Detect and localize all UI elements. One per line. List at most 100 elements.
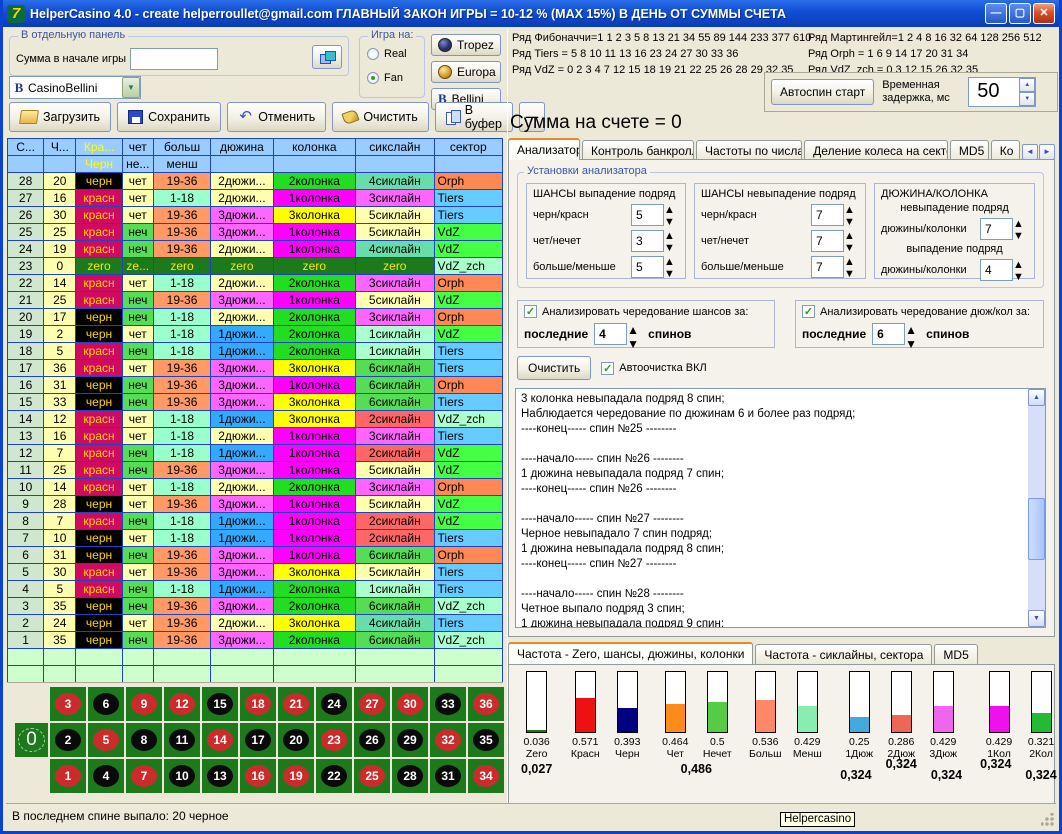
scrollbar-thumb[interactable] [1028, 498, 1045, 560]
tab-5[interactable]: MD5 [950, 140, 989, 160]
board-cell-27[interactable]: 27 [354, 687, 390, 721]
spinner-up-icon[interactable]: ▲ [664, 256, 679, 268]
board-cell-12[interactable]: 12 [164, 687, 200, 721]
table-row[interactable]: 2630краснчет19-363дюжи...3колонка5сиклай… [8, 207, 503, 224]
board-cell-14[interactable]: 14 [202, 723, 238, 757]
board-cell-26[interactable]: 26 [354, 723, 390, 757]
board-cell-11[interactable]: 11 [164, 723, 200, 757]
table-row[interactable]: 530краснчет19-363дюжи...3колонка5сиклайн… [8, 564, 503, 581]
spinner-up-icon[interactable]: ▲ [664, 204, 679, 216]
spinner-up-icon[interactable]: ▲ [664, 230, 679, 242]
spinner-down-icon[interactable]: ▼ [1013, 271, 1028, 283]
load-button[interactable]: Загрузить [9, 102, 111, 132]
spinner-up-icon[interactable]: ▲ [844, 256, 859, 268]
board-cell-24[interactable]: 24 [316, 687, 352, 721]
table-row[interactable]: 135черннеч19-363дюжи...2колонка6сиклайнV… [8, 632, 503, 649]
setting-value[interactable]: 4 [980, 259, 1013, 281]
board-cell-6[interactable]: 6 [88, 687, 124, 721]
autospin-start-button[interactable]: Автоспин старт [771, 79, 874, 105]
header-cell[interactable] [8, 156, 44, 173]
alt-dozen-checkbox[interactable]: ✓ Анализировать чередование дюж/кол за: [802, 305, 1037, 318]
analyzer-clear-button[interactable]: Очистить [517, 356, 591, 380]
board-cell-30[interactable]: 30 [392, 687, 428, 721]
table-row[interactable]: 1533черннеч19-363дюжи...3колонка6сиклайн… [8, 394, 503, 411]
board-cell-7[interactable]: 7 [126, 759, 162, 793]
table-row[interactable]: 1736краснчет19-363дюжи...3колонка6сиклай… [8, 360, 503, 377]
delay-down-icon[interactable]: ▼ [1019, 92, 1035, 106]
table-row[interactable]: 2525красннеч19-363дюжи...1колонка5сиклай… [8, 224, 503, 241]
header-cell[interactable]: колонка [273, 139, 356, 156]
table-row[interactable]: 192чернчет1-181дюжи...2колонка1сиклайнVd… [8, 326, 503, 343]
setting-spinner[interactable]: 7▲▼ [811, 256, 859, 278]
spinner-down-icon[interactable]: ▼ [1013, 230, 1028, 242]
board-cell-21[interactable]: 21 [278, 687, 314, 721]
board-cell-34[interactable]: 34 [468, 759, 504, 793]
setting-value[interactable]: 3 [631, 230, 664, 252]
delay-value[interactable]: 50 [969, 78, 1019, 106]
clear-button[interactable]: Очистить [332, 102, 428, 132]
table-row[interactable]: 230zeroze...zerozerozerozeroVdZ_zch [8, 258, 503, 275]
radio-fan[interactable]: Fan [367, 72, 403, 84]
board-cell-19[interactable]: 19 [278, 759, 314, 793]
table-row[interactable]: 2419красннеч19-362дюжи...1колонка4сиклай… [8, 241, 503, 258]
table-row[interactable]: 1631черннеч19-363дюжи...1колонка6сиклайн… [8, 377, 503, 394]
tab-6[interactable]: Ко [991, 140, 1020, 160]
header-cell[interactable]: дюжина [211, 139, 273, 156]
table-row[interactable]: 928чернчет19-363дюжи...1колонка5сиклайнV… [8, 496, 503, 513]
board-zero-cell[interactable]: 0 [15, 723, 48, 757]
alt-dozen-spinner[interactable]: 6▲▼ [872, 323, 920, 345]
maximize-button[interactable]: ▢ [1009, 3, 1031, 24]
header-cell[interactable]: больш [153, 139, 210, 156]
board-cell-13[interactable]: 13 [202, 759, 238, 793]
alt-chances-checkbox[interactable]: ✓ Анализировать чередование шансов за: [524, 305, 768, 318]
scroll-up-icon[interactable]: ▲ [1028, 389, 1045, 406]
table-row[interactable]: 1316краснчет1-182дюжи...1колонка3сиклайн… [8, 428, 503, 445]
table-row[interactable]: 127красннеч1-181дюжи...1колонка2сиклайнV… [8, 445, 503, 462]
combobox-dropdown-icon[interactable]: ▼ [122, 77, 140, 98]
alt-chances-spinner[interactable]: 4▲▼ [594, 323, 642, 345]
header-cell[interactable]: сектор [434, 139, 502, 156]
board-cell-17[interactable]: 17 [240, 723, 276, 757]
start-sum-input[interactable] [130, 48, 218, 70]
undo-button[interactable]: ↶Отменить [227, 102, 326, 132]
board-cell-35[interactable]: 35 [468, 723, 504, 757]
header-cell[interactable] [44, 156, 76, 173]
setting-spinner[interactable]: 7▲▼ [980, 218, 1028, 240]
tab-scroll-right-icon[interactable]: ► [1039, 144, 1055, 160]
tab-3[interactable]: Частоты по числам [696, 140, 802, 160]
table-row[interactable]: 2017черннеч1-182дюжи...2колонка3сиклайнO… [8, 309, 503, 326]
setting-spinner[interactable]: 7▲▼ [811, 230, 859, 252]
header-cell[interactable] [211, 156, 273, 173]
log-scrollbar[interactable]: ▲ ▼ [1028, 389, 1045, 627]
setting-spinner[interactable]: 7▲▼ [811, 204, 859, 226]
table-row[interactable]: 1412краснчет1-181дюжи...3колонка2сиклайн… [8, 411, 503, 428]
table-row[interactable]: 335черннеч19-363дюжи...2колонка6сиклайнV… [8, 598, 503, 615]
casino-combobox[interactable]: B CasinoBellini ▼ [9, 76, 141, 99]
setting-value[interactable]: 5 [631, 204, 664, 226]
scroll-down-icon[interactable]: ▼ [1028, 610, 1045, 627]
radio-real[interactable]: Real [367, 48, 407, 60]
table-row[interactable]: 185красннеч1-181дюжи...2колонка1сиклайнT… [8, 343, 503, 360]
header-cell[interactable]: чет [122, 139, 153, 156]
board-cell-16[interactable]: 16 [240, 759, 276, 793]
setting-spinner[interactable]: 5▲▼ [631, 204, 679, 226]
minimize-button[interactable]: — [985, 3, 1007, 24]
spinner-down-icon[interactable]: ▼ [844, 216, 859, 228]
header-cell[interactable]: Черн [76, 156, 122, 173]
board-cell-22[interactable]: 22 [316, 759, 352, 793]
board-cell-28[interactable]: 28 [392, 759, 428, 793]
board-cell-33[interactable]: 33 [430, 687, 466, 721]
table-row[interactable]: 1014краснчет1-182дюжи...2колонка3сиклайн… [8, 479, 503, 496]
table-row[interactable]: 631черннеч19-363дюжи...1колонка6сиклайнO… [8, 547, 503, 564]
board-cell-20[interactable]: 20 [278, 723, 314, 757]
board-cell-8[interactable]: 8 [126, 723, 162, 757]
table-row[interactable]: 2125красннеч19-363дюжи...1колонка5сиклай… [8, 292, 503, 309]
board-cell-25[interactable]: 25 [354, 759, 390, 793]
table-row[interactable]: 2716краснчет1-182дюжи...1колонка3сиклайн… [8, 190, 503, 207]
board-cell-2[interactable]: 2 [50, 723, 86, 757]
tab-4[interactable]: Деление колеса на сектора [804, 140, 948, 160]
table-row[interactable]: 224чернчет19-362дюжи...3колонка4сиклайнT… [8, 615, 503, 632]
tab-2[interactable]: Контроль банкролла [582, 140, 694, 160]
table-row[interactable]: 710чернчет1-181дюжи...1колонка2сиклайнTi… [8, 530, 503, 547]
table-row[interactable]: 2820чернчет19-362дюжи...2колонка4сиклайн… [8, 173, 503, 190]
